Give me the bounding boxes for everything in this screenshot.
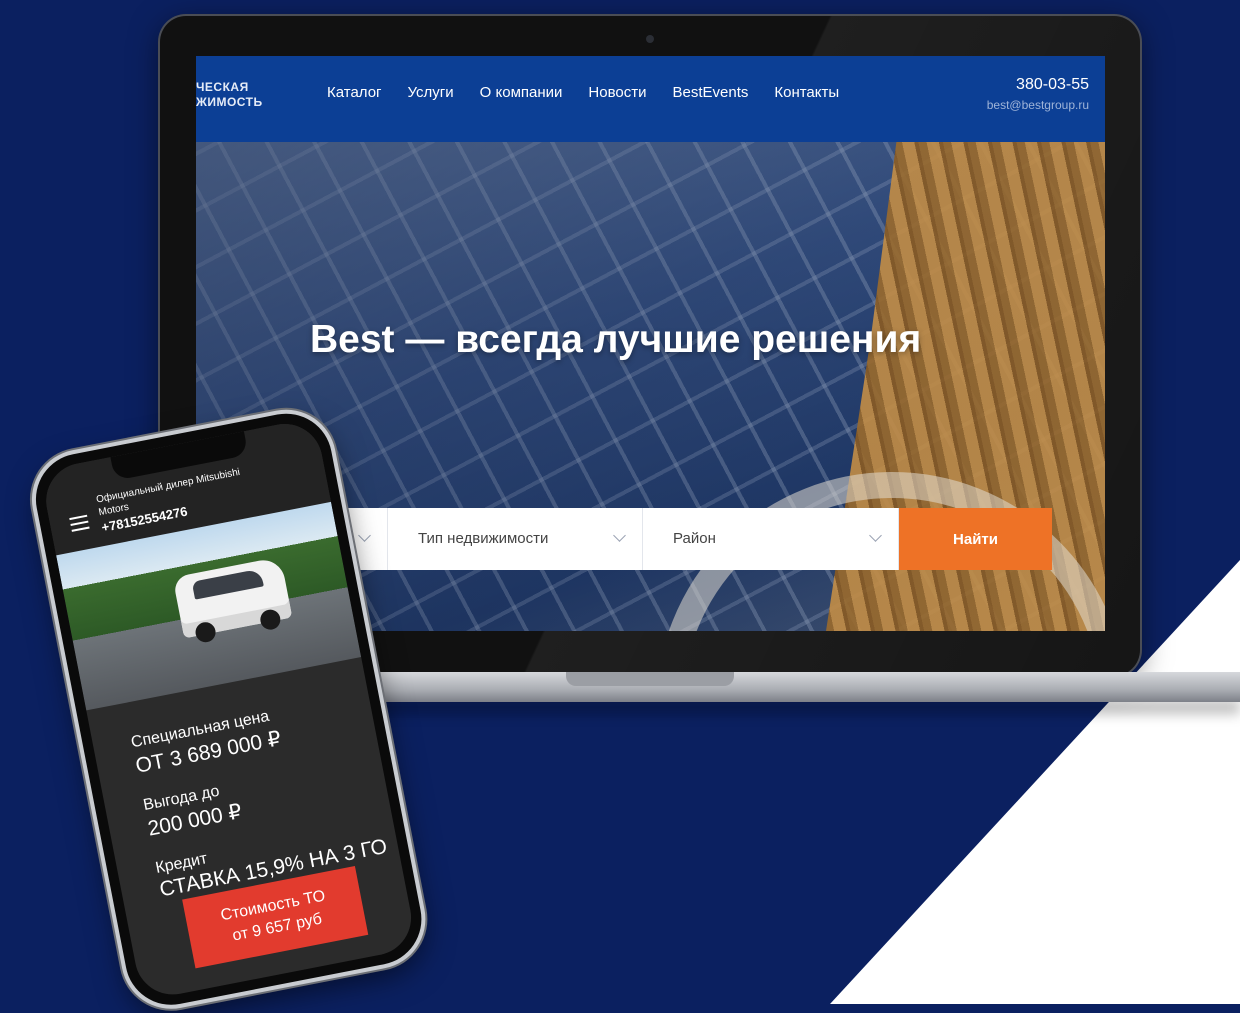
nav-item-bestevents[interactable]: BestEvents [672,84,748,101]
main-nav: Каталог Услуги О компании Новости BestEv… [327,84,839,101]
logo-line: ЖИМОСТЬ [196,95,263,109]
select-label: Тип недвижимости [418,530,549,547]
nav-item-about[interactable]: О компании [480,84,563,101]
find-button[interactable]: Найти [899,508,1052,570]
laptop-opening-notch [566,672,734,686]
camera-icon [646,35,654,43]
select-property-type[interactable]: Тип недвижимости [388,508,643,570]
chevron-down-icon [613,529,626,542]
nav-item-services[interactable]: Услуги [408,84,454,101]
site-logo[interactable]: ЧЕСКАЯ ЖИМОСТЬ [196,80,263,110]
select-label: Район [673,530,716,547]
nav-item-news[interactable]: Новости [588,84,646,101]
menu-icon[interactable] [69,514,90,536]
logo-line: ЧЕСКАЯ [196,80,249,94]
nav-item-contacts[interactable]: Контакты [774,84,839,101]
select-district[interactable]: Район [643,508,899,570]
hero-title: Best — всегда лучшие решения [310,318,922,361]
nav-item-catalog[interactable]: Каталог [327,84,382,101]
chevron-down-icon [869,529,882,542]
chevron-down-icon [358,529,371,542]
site-header: ЧЕСКАЯ ЖИМОСТЬ Каталог Услуги О компании… [196,56,1105,142]
header-phone[interactable]: 380-03-55 [1016,76,1089,94]
header-email[interactable]: best@bestgroup.ru [987,98,1089,112]
